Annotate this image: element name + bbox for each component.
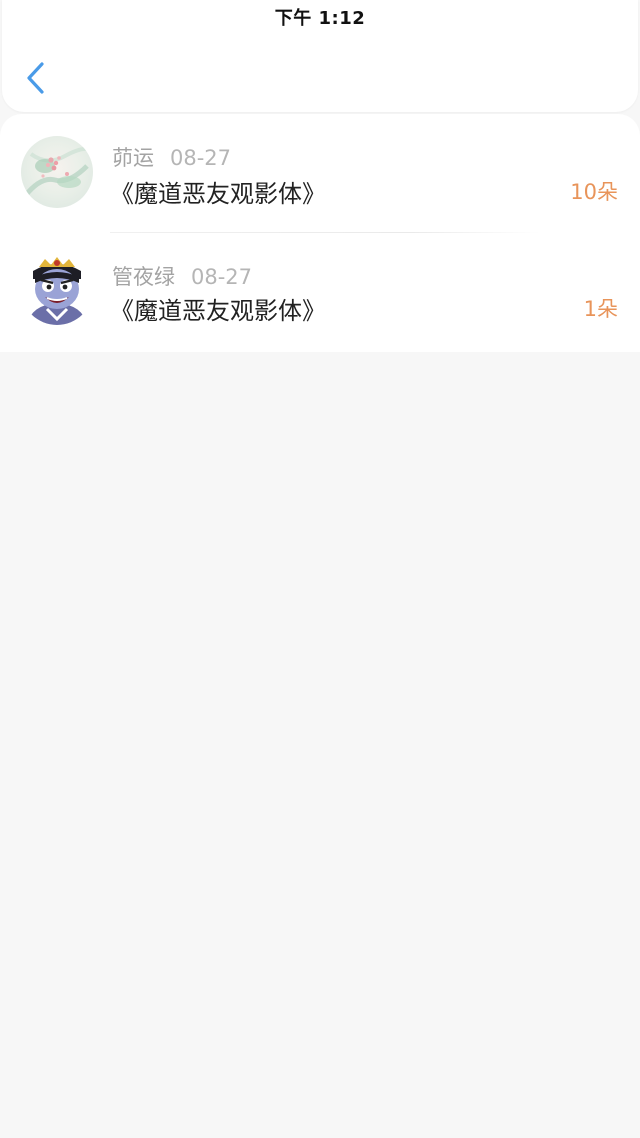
flower-count: 1朵 (583, 297, 618, 321)
work-title[interactable]: 《魔道恶友观影体》 (110, 174, 326, 209)
sender-info: 茆运 08-27 (112, 142, 231, 172)
gift-list: 茆运 08-27 《魔道恶友观影体》 10朵 管夜绿 08-27 《魔道恶友观影… (0, 114, 640, 352)
back-button[interactable] (20, 58, 54, 98)
sender-info: 管夜绿 08-27 (112, 261, 252, 291)
sender-name: 管夜绿 (112, 265, 175, 289)
avatar[interactable] (21, 136, 93, 208)
sent-date: 08-27 (191, 265, 253, 289)
floral-watercolor-avatar (21, 136, 93, 208)
list-item[interactable]: 茆运 08-27 《魔道恶友观影体》 10朵 (0, 114, 640, 232)
list-item[interactable]: 管夜绿 08-27 《魔道恶友观影体》 1朵 (0, 233, 640, 351)
flower-count: 10朵 (570, 180, 618, 204)
work-title[interactable]: 《魔道恶友观影体》 (110, 291, 326, 326)
avatar[interactable] (21, 253, 93, 325)
status-bar-time: 下午 1:12 (274, 8, 366, 29)
chevron-left-icon (27, 62, 44, 94)
sender-name: 茆运 (112, 146, 154, 170)
cartoon-character-avatar (21, 253, 93, 325)
sent-date: 08-27 (170, 146, 232, 170)
